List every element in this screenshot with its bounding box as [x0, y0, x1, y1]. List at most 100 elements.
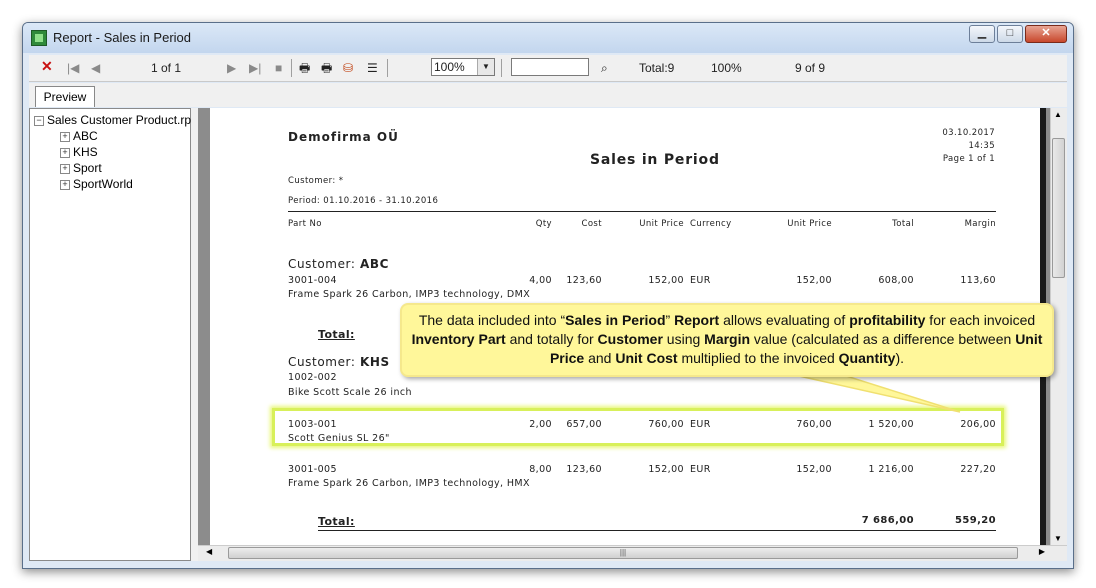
callout-emphasis: Quantity	[838, 350, 896, 366]
tree-item-sportworld[interactable]: + SportWorld	[60, 177, 133, 191]
splitter[interactable]	[191, 108, 198, 561]
page-indicator: 1 of 1	[151, 61, 182, 75]
previous-page-icon[interactable]: ◀	[91, 60, 100, 76]
group-tree-icon[interactable]: ☰	[367, 60, 378, 76]
callout-text: for each invoiced	[925, 312, 1036, 328]
column-header-currency: Currency	[690, 219, 732, 229]
company-name: Demofirma OÜ	[288, 130, 399, 144]
column-header-cost: Cost	[581, 219, 602, 229]
expand-icon[interactable]: +	[60, 163, 70, 174]
customer-label: Customer:	[288, 257, 356, 271]
scroll-up-icon[interactable]: ▲	[1054, 110, 1062, 119]
collapse-icon[interactable]: −	[34, 115, 44, 126]
tree-item-khs[interactable]: + KHS	[60, 145, 98, 159]
customer-name-khs: KHS	[359, 355, 390, 369]
first-page-icon[interactable]: |◀	[67, 60, 79, 76]
window-title: Report - Sales in Period	[53, 30, 192, 45]
horizontal-scrollbar[interactable]: ◀ ||| ▶	[198, 545, 1067, 561]
report-date: 03.10.2017	[942, 128, 995, 138]
callout-text: ”	[665, 312, 675, 328]
title-bar[interactable]: Report - Sales in Period ▁ □ ✕	[23, 23, 1073, 53]
scroll-left-icon[interactable]: ◀	[206, 547, 212, 556]
row-part-no: 3001-005	[288, 464, 337, 475]
column-header-part-no: Part No	[288, 219, 322, 229]
maximize-button[interactable]: □	[997, 25, 1023, 43]
report-title: Sales in Period	[590, 152, 720, 168]
last-page-icon[interactable]: ▶|	[249, 60, 261, 76]
print-setup-icon[interactable]: 🖶	[321, 60, 332, 76]
customer-filter: Customer: *	[288, 176, 344, 186]
callout-emphasis: profitability	[849, 312, 926, 328]
grand-margin: 559,20	[955, 515, 996, 526]
callout-text: The data included into “	[418, 312, 566, 328]
minimize-icon: ▁	[977, 27, 987, 39]
scroll-right-icon[interactable]: ▶	[1039, 547, 1045, 556]
row-unit-price-2: 152,00	[796, 275, 832, 286]
tree-item-abc[interactable]: + ABC	[60, 129, 98, 143]
tree-item-label: SportWorld	[73, 177, 133, 191]
callout-text: using	[662, 331, 705, 347]
row-qty: 4,00	[529, 275, 552, 286]
tree-item-label: KHS	[73, 145, 98, 159]
vertical-scroll-thumb[interactable]	[1052, 138, 1065, 278]
scroll-down-icon[interactable]: ▼	[1054, 534, 1062, 543]
row-total: 1 216,00	[868, 464, 914, 475]
callout-text: and totally for	[505, 331, 598, 347]
column-header-total: Total	[892, 219, 914, 229]
toolbar-separator	[291, 59, 292, 77]
grand-total: 7 686,00	[861, 515, 914, 526]
row-currency: EUR	[690, 464, 711, 475]
tab-preview[interactable]: Preview	[35, 86, 95, 107]
expand-icon[interactable]: +	[60, 179, 70, 190]
column-header-unit-price: Unit Price	[639, 219, 684, 229]
close-icon: ✕	[1041, 27, 1051, 39]
next-page-icon[interactable]: ▶	[227, 60, 236, 76]
expand-icon[interactable]: +	[60, 147, 70, 158]
callout-emphasis: Customer	[597, 331, 663, 347]
customer-label: Customer:	[288, 355, 356, 369]
app-icon	[31, 30, 47, 46]
tree-root-label: Sales Customer Product.rpt	[47, 113, 195, 127]
highlight-frame	[272, 408, 1004, 446]
close-report-icon[interactable]: ✕	[41, 58, 53, 74]
row-description: Frame Spark 26 Carbon, IMP3 technology, …	[288, 478, 530, 489]
column-header-margin: Margin	[964, 219, 996, 229]
expand-icon[interactable]: +	[60, 131, 70, 142]
export-icon[interactable]: ⛁	[343, 60, 353, 76]
row-currency: EUR	[690, 275, 711, 286]
minimize-button[interactable]: ▁	[969, 25, 995, 43]
stop-icon[interactable]: ■	[275, 60, 282, 76]
tree-item-label: Sport	[73, 161, 102, 175]
callout-emphasis: Inventory Part	[411, 331, 506, 347]
total-label: Total:	[318, 515, 355, 528]
tree-root[interactable]: − Sales Customer Product.rpt	[34, 113, 194, 127]
record-count: 9 of 9	[795, 61, 826, 75]
column-header-qty: Qty	[535, 219, 552, 229]
search-input[interactable]	[511, 58, 589, 76]
row-unit-price: 152,00	[648, 275, 684, 286]
tree-item-sport[interactable]: + Sport	[60, 161, 102, 175]
customer-group-header: Customer: KHS	[288, 355, 390, 369]
total-records: Total:9	[639, 61, 675, 75]
close-button[interactable]: ✕	[1025, 25, 1067, 43]
row-total: 608,00	[878, 275, 914, 286]
customer-group-header: Customer: ABC	[288, 257, 389, 271]
callout-box: The data included into “Sales in Period”…	[400, 303, 1054, 377]
period-filter: Period: 01.10.2016 - 31.10.2016	[288, 196, 439, 206]
binoculars-icon[interactable]: ⌕	[601, 60, 608, 76]
group-tree: − Sales Customer Product.rpt + ABC + KHS + S…	[29, 108, 194, 561]
print-icon[interactable]: 🖶	[299, 60, 310, 76]
zoom-select[interactable]: 100% ▼	[431, 58, 495, 76]
chevron-down-icon[interactable]: ▼	[477, 59, 494, 75]
maximize-icon: □	[1006, 27, 1014, 39]
toolbar-separator	[387, 59, 388, 77]
toolbar-separator	[501, 59, 502, 77]
zoom-value: 100%	[434, 60, 465, 74]
row-description: Bike Scott Scale 26 inch	[288, 387, 412, 398]
report-window: Report - Sales in Period ▁ □ ✕ ✕ |◀ ◀ 1 …	[22, 22, 1074, 569]
row-description: Frame Spark 26 Carbon, IMP3 technology, …	[288, 289, 531, 300]
row-part-no: 3001-004	[288, 275, 337, 286]
horizontal-scroll-thumb[interactable]: |||	[228, 547, 1018, 559]
row-qty: 8,00	[529, 464, 552, 475]
row-cost: 123,60	[566, 275, 602, 286]
